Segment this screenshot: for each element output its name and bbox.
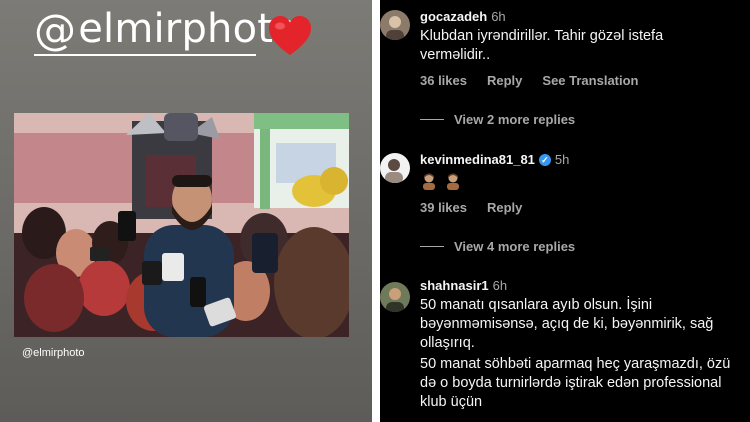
red-heart-icon [269, 16, 311, 55]
verified-badge-icon: ✓ [538, 153, 551, 166]
instagram-story: @ elmirphoto @elmirphoto [0, 0, 372, 422]
likes-count[interactable]: 36 likes [420, 73, 467, 88]
likes-count[interactable]: 39 likes [420, 200, 467, 215]
comment-text: Klubdan iyrəndirillər. Tahir gözəl istef… [420, 28, 664, 63]
view-replies-label: View 2 more replies [454, 112, 576, 127]
comment-text: 50 manatı qısanlara ayıb olsun. İşini bə… [420, 297, 714, 351]
story-mention-sticker[interactable]: @ elmirphoto [34, 4, 298, 54]
comment-text-continued: 50 manat söhbəti aparmaq heç yaraşmazdı,… [420, 356, 731, 410]
see-translation-button[interactable]: See Translation [542, 73, 638, 88]
comment-actions: 36 likes Reply See Translation [420, 73, 659, 88]
username-text: kevinmedina81_81 [420, 152, 535, 167]
comment-username[interactable]: shahnasir1 6h [420, 278, 507, 293]
comment-time: 5h [554, 152, 570, 167]
replies-line [420, 119, 444, 120]
replies-line [420, 246, 444, 247]
view-more-replies[interactable]: View 2 more replies [420, 112, 575, 127]
comment-emojis [420, 172, 462, 190]
mention-username: elmirphoto [78, 6, 298, 52]
at-symbol: @ [34, 4, 77, 54]
username-text: shahnasir1 [420, 278, 489, 293]
person-emoji-icon [447, 173, 459, 190]
reply-button[interactable]: Reply [487, 200, 522, 215]
view-replies-label: View 4 more replies [454, 239, 576, 254]
comments-panel: gocazadeh 6h Klubdan iyrəndirillər. Tahir… [380, 0, 750, 422]
avatar[interactable] [380, 153, 410, 183]
avatar[interactable] [380, 282, 410, 312]
username-text: gocazadeh [420, 9, 488, 24]
comment-username[interactable]: kevinmedina81_81 ✓ 5h [420, 152, 569, 167]
comment-actions: 39 likes Reply [420, 200, 542, 215]
comment-username[interactable]: gocazadeh 6h [420, 9, 506, 24]
photo-illustration [14, 113, 349, 337]
mention-underline [34, 54, 256, 56]
view-more-replies[interactable]: View 4 more replies [420, 239, 575, 254]
reply-button[interactable]: Reply [487, 73, 522, 88]
avatar[interactable] [380, 10, 410, 40]
story-photo [14, 113, 349, 337]
photo-credit: @elmirphoto [22, 347, 85, 359]
comment-time: 6h [491, 9, 506, 24]
panel-divider [372, 0, 380, 422]
person-emoji-icon [423, 173, 435, 190]
comment-time: 6h [492, 278, 508, 293]
